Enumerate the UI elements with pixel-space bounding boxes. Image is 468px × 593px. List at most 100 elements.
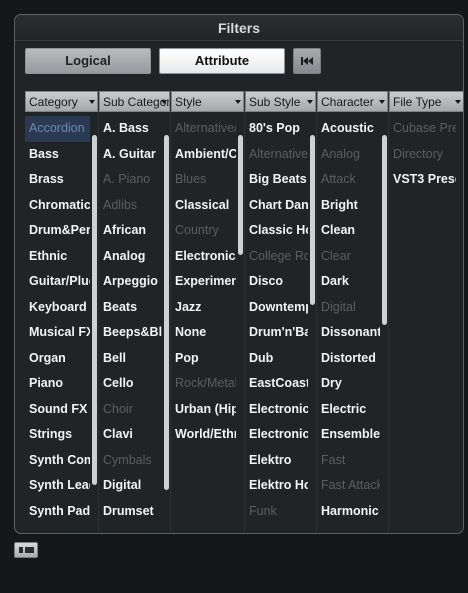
list-item[interactable]: Ambient/ChillOut bbox=[171, 142, 236, 168]
list-item[interactable]: Strings bbox=[25, 422, 90, 448]
list-item[interactable]: Urban (Hip-Hop) bbox=[171, 397, 236, 423]
list-item[interactable]: Synth Lead bbox=[25, 473, 90, 499]
list-item[interactable]: None bbox=[171, 320, 236, 346]
list-item[interactable]: Country bbox=[171, 218, 236, 244]
list-item[interactable]: Brass bbox=[25, 167, 90, 193]
list-item[interactable]: Classic House bbox=[245, 218, 308, 244]
list-item[interactable]: Ethnic bbox=[25, 244, 90, 270]
list-item[interactable]: Chart Dance bbox=[245, 193, 308, 219]
list-item[interactable]: College Rock bbox=[245, 244, 308, 270]
list-item[interactable]: Drum&Perc bbox=[25, 218, 90, 244]
list-item[interactable]: Ensemble bbox=[317, 422, 380, 448]
list-item[interactable]: VST3 Preset bbox=[389, 167, 456, 193]
list-item[interactable]: Choir bbox=[99, 397, 162, 423]
list-item[interactable]: Dissonant bbox=[317, 320, 380, 346]
scrollbar[interactable] bbox=[238, 135, 243, 255]
attribute-list: 80's PopAlternativeBig BeatsChart DanceC… bbox=[245, 112, 316, 524]
list-item[interactable]: Blues bbox=[171, 167, 236, 193]
attribute-columns: Category Accordion Bass Brass Chromatic Drum&… bbox=[25, 91, 463, 531]
list-item[interactable]: Dry bbox=[317, 371, 380, 397]
list-item[interactable]: Rock/Metal bbox=[171, 371, 236, 397]
list-item[interactable]: Digital bbox=[99, 473, 162, 499]
tab-logical[interactable]: Logical bbox=[25, 48, 151, 74]
list-item[interactable]: Clavi bbox=[99, 422, 162, 448]
list-item[interactable]: Experimental bbox=[171, 269, 236, 295]
list-item[interactable]: Clear bbox=[317, 244, 380, 270]
column-header-style[interactable]: Style bbox=[171, 91, 244, 112]
column-header-category[interactable]: Category bbox=[25, 91, 98, 112]
list-item[interactable]: Clean bbox=[317, 218, 380, 244]
list-item[interactable]: Alternative/Indie bbox=[171, 116, 236, 142]
list-item[interactable]: Piano bbox=[25, 371, 90, 397]
list-item[interactable]: Bell bbox=[99, 346, 162, 372]
list-item[interactable]: World/Ethnic bbox=[171, 422, 236, 448]
list-item[interactable]: A. Guitar bbox=[99, 142, 162, 168]
list-item[interactable]: Disco bbox=[245, 269, 308, 295]
list-item[interactable]: Classical bbox=[171, 193, 236, 219]
list-item[interactable]: Electric bbox=[317, 397, 380, 423]
list-item[interactable]: Synth Comp bbox=[25, 448, 90, 474]
list-item[interactable]: Dark bbox=[317, 269, 380, 295]
list-item[interactable]: Fast bbox=[317, 448, 380, 474]
list-item[interactable]: Keyboard bbox=[25, 295, 90, 321]
list-item[interactable]: 80's Pop bbox=[245, 116, 308, 142]
panel-title: Filters bbox=[15, 15, 463, 41]
list-item[interactable]: Drumset bbox=[99, 499, 162, 525]
list-item[interactable]: Drum'n'Bass bbox=[245, 320, 308, 346]
list-item[interactable]: Accordion bbox=[25, 116, 90, 142]
list-item[interactable]: Big Beats bbox=[245, 167, 308, 193]
list-item[interactable]: Acoustic bbox=[317, 116, 380, 142]
list-item[interactable]: Bass bbox=[25, 142, 90, 168]
list-item[interactable]: African bbox=[99, 218, 162, 244]
list-item[interactable]: Beats bbox=[99, 295, 162, 321]
tab-attribute[interactable]: Attribute bbox=[159, 48, 285, 74]
list-item[interactable]: Analog bbox=[317, 142, 380, 168]
list-item[interactable]: Adlibs bbox=[99, 193, 162, 219]
scrollbar[interactable] bbox=[164, 135, 169, 490]
list-item[interactable]: Cubase Preset bbox=[389, 116, 456, 142]
column-header-sub-style[interactable]: Sub Style bbox=[245, 91, 316, 112]
list-item[interactable]: Synth Pad bbox=[25, 499, 90, 525]
scrollbar[interactable] bbox=[382, 135, 387, 325]
reset-filters-button[interactable] bbox=[293, 48, 321, 74]
list-item[interactable]: A. Piano bbox=[99, 167, 162, 193]
list-item[interactable]: Funk bbox=[245, 499, 308, 525]
list-item[interactable]: Elektro bbox=[245, 448, 308, 474]
list-item[interactable]: Dub bbox=[245, 346, 308, 372]
list-item[interactable]: Electronica/Dance bbox=[171, 244, 236, 270]
list-item[interactable]: Attack bbox=[317, 167, 380, 193]
chevron-down-icon bbox=[161, 100, 167, 104]
list-item[interactable]: EastCoast bbox=[245, 371, 308, 397]
list-item[interactable]: Jazz bbox=[171, 295, 236, 321]
list-item[interactable]: Organ bbox=[25, 346, 90, 372]
list-item[interactable]: Arpeggio bbox=[99, 269, 162, 295]
list-item[interactable]: Chromatic bbox=[25, 193, 90, 219]
list-item[interactable]: A. Bass bbox=[99, 116, 162, 142]
list-item[interactable]: Digital bbox=[317, 295, 380, 321]
list-item[interactable]: Directory bbox=[389, 142, 456, 168]
list-item[interactable]: Fast Attack bbox=[317, 473, 380, 499]
column-header-file-type[interactable]: File Type bbox=[389, 91, 463, 112]
scrollbar[interactable] bbox=[92, 135, 97, 485]
list-item[interactable]: Downtempo bbox=[245, 295, 308, 321]
list-item[interactable]: Distorted bbox=[317, 346, 380, 372]
list-item[interactable]: Sound FX bbox=[25, 397, 90, 423]
list-item[interactable]: Alternative bbox=[245, 142, 308, 168]
list-item[interactable]: Cello bbox=[99, 371, 162, 397]
list-item[interactable]: Harmonic bbox=[317, 499, 380, 525]
list-item[interactable]: Analog bbox=[99, 244, 162, 270]
list-item[interactable]: Guitar/Plucked bbox=[25, 269, 90, 295]
column-header-sub-category[interactable]: Sub Category bbox=[99, 91, 170, 112]
list-item[interactable]: Pop bbox=[171, 346, 236, 372]
list-item[interactable]: Electronic Body bbox=[245, 422, 308, 448]
toggle-panel-button[interactable] bbox=[14, 542, 38, 558]
list-item[interactable]: Musical FX bbox=[25, 320, 90, 346]
list-item[interactable]: Bright bbox=[317, 193, 380, 219]
scrollbar[interactable] bbox=[310, 135, 315, 305]
list-item[interactable]: Beeps&Blips bbox=[99, 320, 162, 346]
list-item[interactable]: Cymbals bbox=[99, 448, 162, 474]
column-header-label: Sub Style bbox=[249, 95, 301, 109]
list-item[interactable]: Electronica bbox=[245, 397, 308, 423]
list-item[interactable]: Elektro House bbox=[245, 473, 308, 499]
column-header-character[interactable]: Character bbox=[317, 91, 388, 112]
